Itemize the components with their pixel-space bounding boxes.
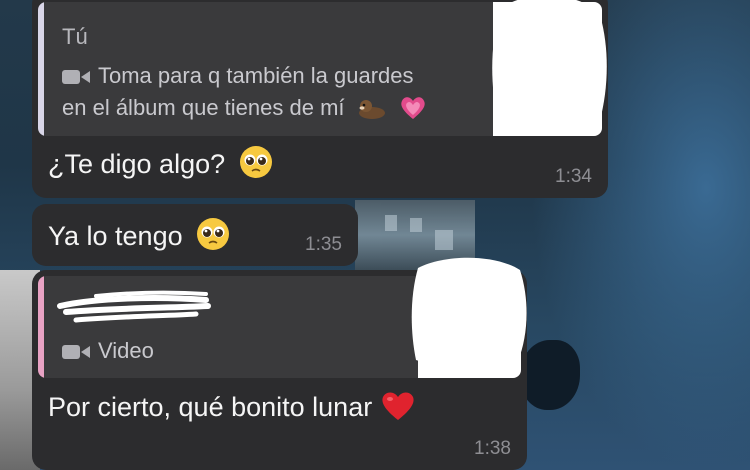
message-bubble[interactable]: Video Por cierto, qué bonito lunar 1:38 <box>32 257 527 470</box>
video-camera-icon <box>62 70 90 85</box>
redacted-sender-name <box>57 290 211 323</box>
quoted-text-2: en el álbum que tienes de mí <box>62 95 345 120</box>
message-text-content: Por cierto, qué bonito lunar <box>48 392 373 422</box>
message-text: Ya lo tengo <box>48 217 230 252</box>
message-text-content: ¿Te digo algo? <box>48 149 226 179</box>
message-timestamp: 1:35 <box>305 234 342 255</box>
quoted-media-label: Video <box>98 338 154 363</box>
message-text-content: Ya lo tengo <box>48 221 183 251</box>
quote-accent-bar <box>38 276 44 378</box>
message-text: ¿Te digo algo? <box>48 145 273 180</box>
message-bubble[interactable]: Tú Toma para q también la guardes en el … <box>32 0 608 198</box>
quoted-text-1: Toma para q también la guardes <box>98 63 414 88</box>
quoted-sender-name: Tú <box>62 24 88 49</box>
pleading-face-emoji <box>239 146 272 178</box>
quoted-media-line: Video <box>62 338 154 364</box>
quoted-text-line-2: en el álbum que tienes de mí <box>62 95 427 121</box>
redaction-mark <box>492 0 607 134</box>
message-timestamp: 1:34 <box>555 166 592 187</box>
otter-emoji <box>358 100 385 119</box>
message-timestamp: 1:38 <box>474 438 511 459</box>
quote-accent-bar <box>38 2 44 136</box>
chat-screen: Tú Toma para q también la guardes en el … <box>0 0 750 470</box>
redaction-mark <box>411 257 527 369</box>
pleading-face-emoji <box>197 218 230 250</box>
message-text: Por cierto, qué bonito lunar <box>48 390 416 423</box>
message-bubble[interactable]: Ya lo tengo 1:35 <box>32 204 358 266</box>
quoted-text-line-1: Toma para q también la guardes <box>62 63 414 89</box>
pink-heart-emoji <box>401 97 425 119</box>
red-heart-emoji <box>382 392 414 420</box>
video-camera-icon <box>62 345 90 360</box>
